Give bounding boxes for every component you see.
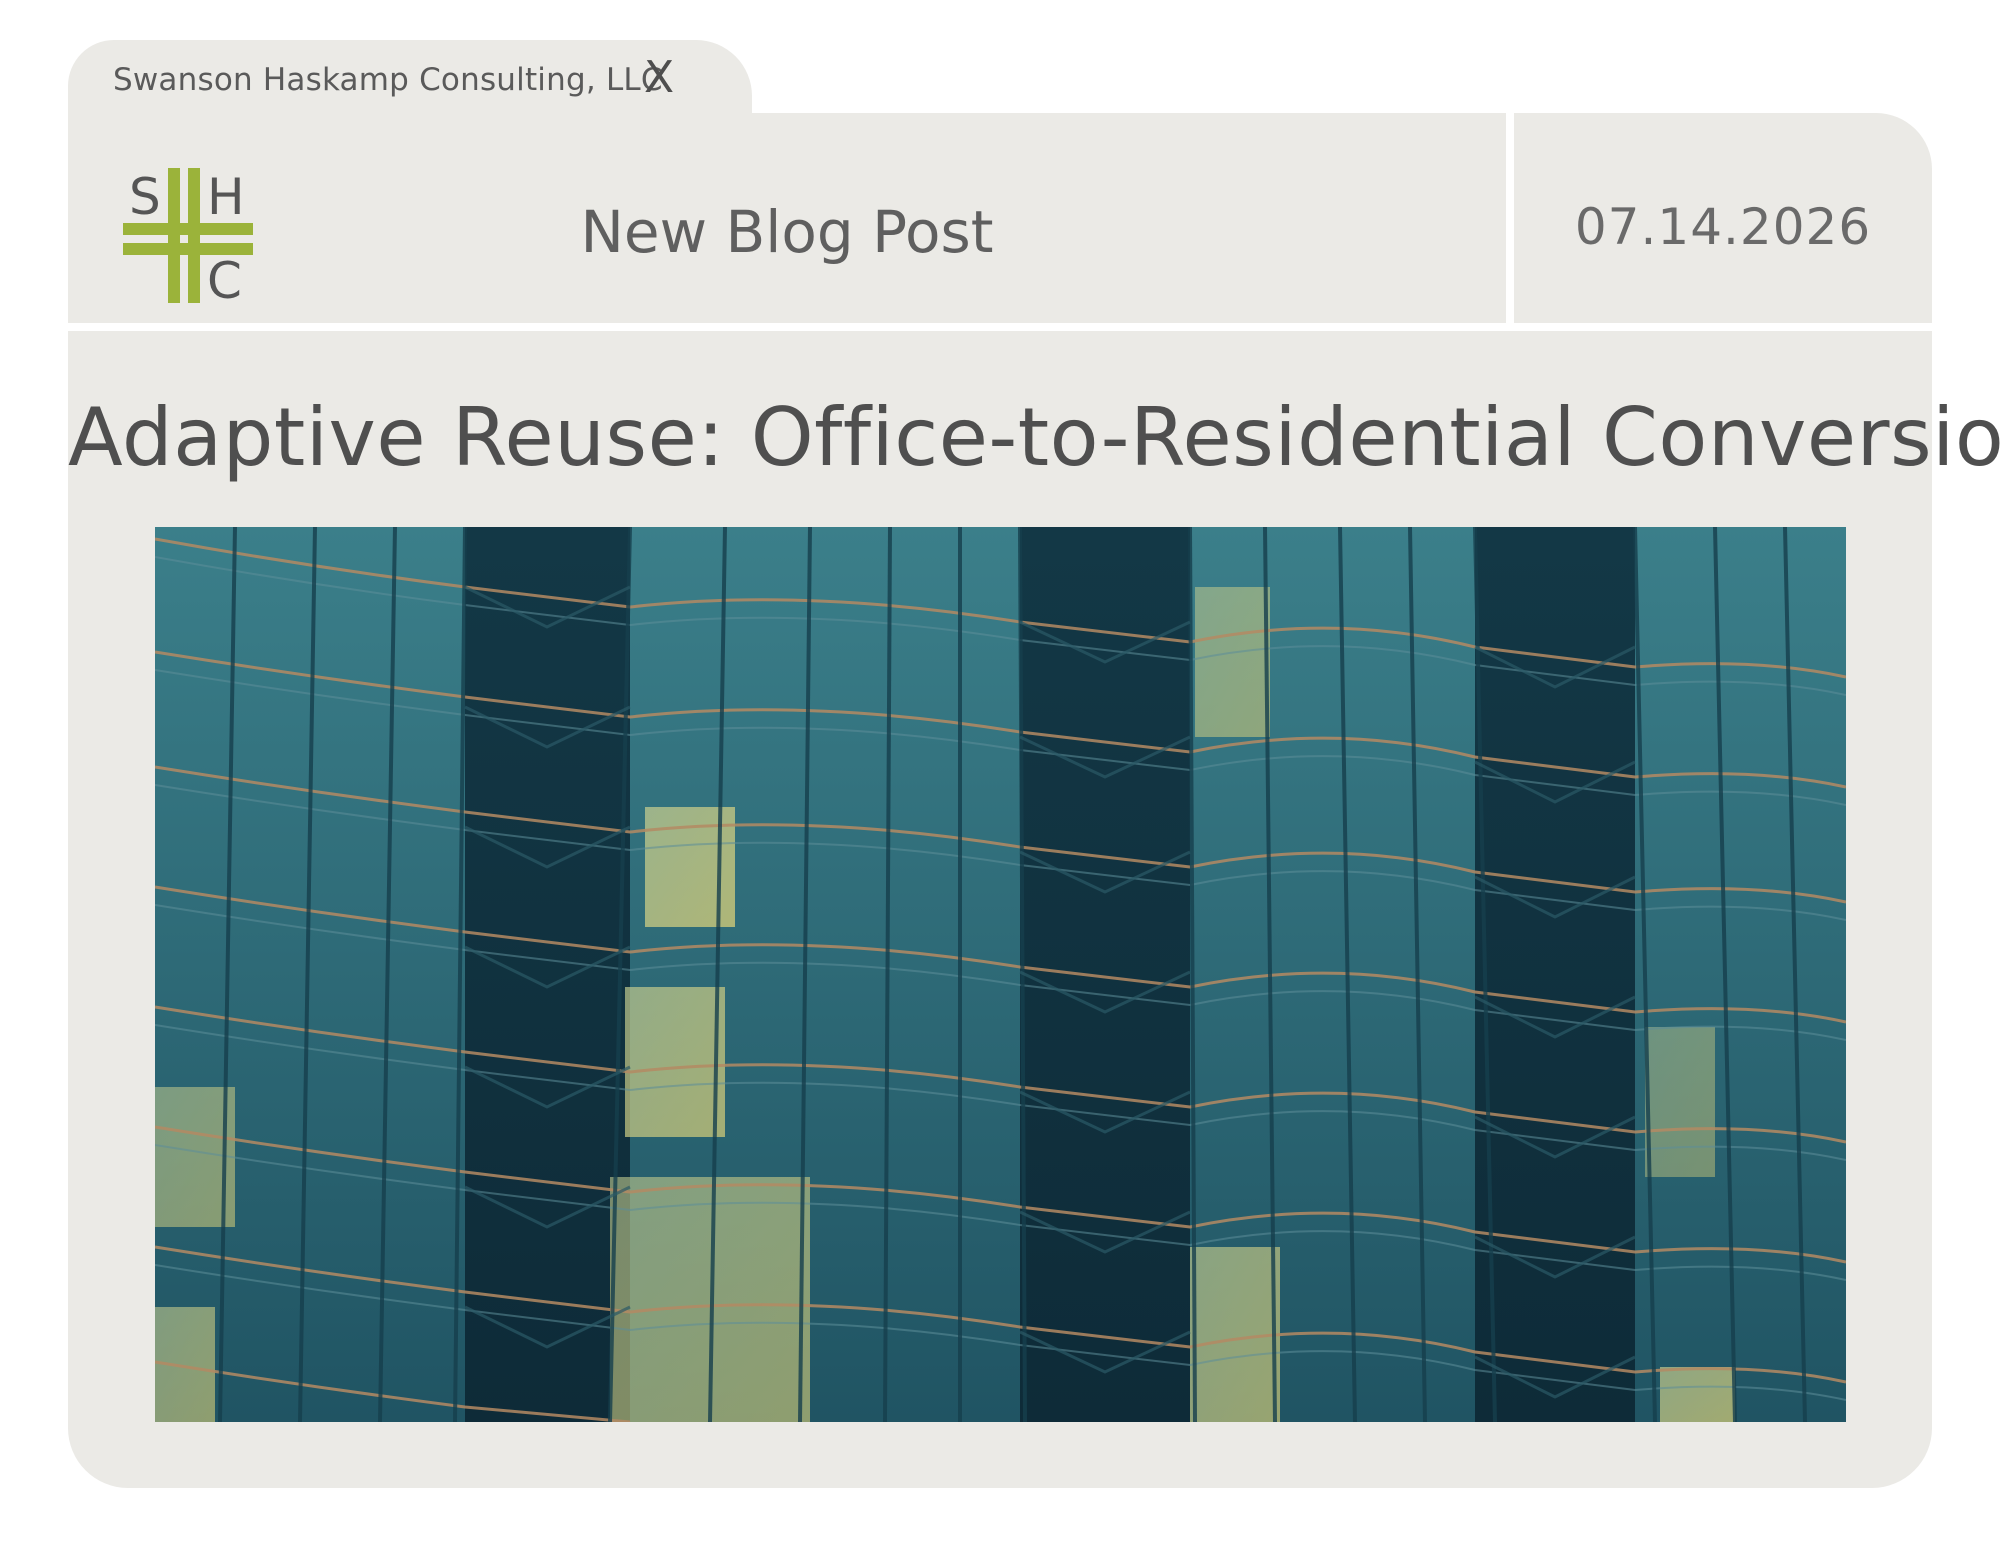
building-facade-photo (155, 527, 1846, 1422)
building-facade-illustration (155, 527, 1846, 1422)
post-body: Adaptive Reuse: Office-to-Residential Co… (68, 331, 2000, 1488)
header-title: New Blog Post (580, 198, 994, 266)
post-date: 07.14.2026 (1574, 198, 1872, 256)
blog-post-card: Swanson Haskamp Consulting, LLC X S H C … (68, 40, 2000, 1488)
header-title-panel: S H C New Blog Post (68, 113, 1506, 323)
tab-title: Swanson Haskamp Consulting, LLC (113, 62, 663, 98)
post-title: Adaptive Reuse: Office-to-Residential Co… (68, 391, 2000, 484)
header-date-panel: 07.14.2026 (1514, 113, 1932, 323)
close-icon[interactable]: X (644, 56, 674, 100)
